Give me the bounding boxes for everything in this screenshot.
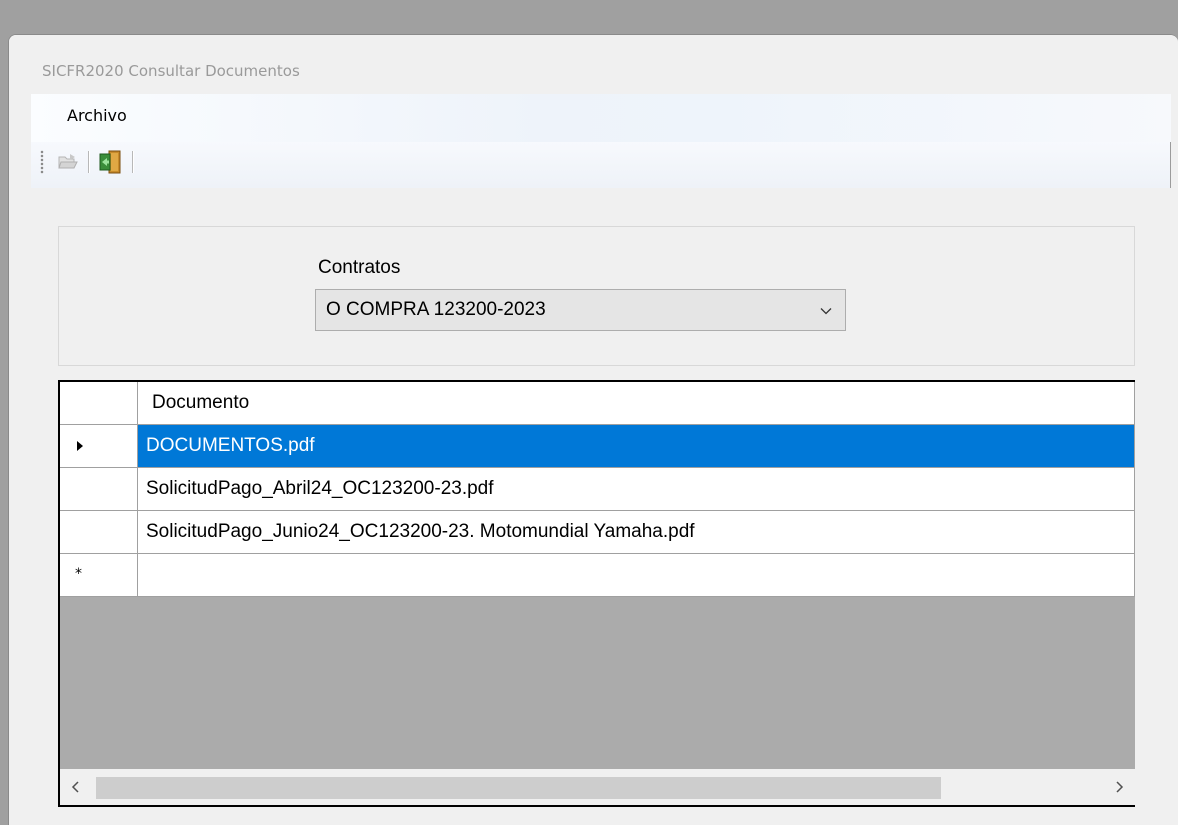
row-header[interactable] — [60, 511, 138, 554]
row-header[interactable] — [60, 425, 138, 468]
contratos-selected-value: O COMPRA 123200-2023 — [326, 299, 546, 320]
column-header-documento[interactable]: Documento — [138, 382, 1135, 425]
chevron-down-icon — [820, 308, 832, 315]
toolbar-grip[interactable] — [40, 150, 44, 174]
chevron-right-icon — [1116, 781, 1124, 793]
grid-corner-cell[interactable] — [60, 382, 138, 425]
exit-button[interactable] — [97, 149, 123, 175]
toolbar-separator — [132, 151, 134, 173]
open-folder-icon — [58, 154, 78, 169]
document-cell[interactable]: SolicitudPago_Abril24_OC123200-23.pdf — [138, 468, 1135, 511]
open-button[interactable] — [55, 149, 81, 175]
new-table-row[interactable]: * — [60, 554, 1135, 597]
window-title: SICFR2020 Consultar Documentos — [42, 62, 300, 80]
row-header[interactable] — [60, 468, 138, 511]
scroll-left-button[interactable] — [60, 770, 92, 804]
horizontal-scrollbar[interactable] — [60, 769, 1135, 805]
chevron-left-icon — [71, 781, 79, 793]
new-row-marker-icon: * — [75, 566, 82, 582]
client-area: Archivo Contratos O COMPRA 123200-2023 D… — [31, 94, 1171, 824]
documents-grid: Documento DOCUMENTOS.pdf SolicitudPago_A… — [58, 380, 1135, 807]
toolbar — [31, 142, 1171, 188]
grid-header-row: Documento — [60, 382, 1135, 425]
main-window: SICFR2020 Consultar Documentos Archivo C… — [8, 34, 1178, 825]
current-row-arrow-icon — [77, 441, 83, 451]
contratos-dropdown[interactable]: O COMPRA 123200-2023 — [315, 289, 846, 331]
title-bar[interactable]: SICFR2020 Consultar Documentos — [9, 35, 1178, 93]
contratos-label: Contratos — [318, 257, 401, 278]
document-cell[interactable]: DOCUMENTOS.pdf — [138, 425, 1135, 468]
filter-group: Contratos O COMPRA 123200-2023 — [58, 226, 1135, 366]
menu-archivo[interactable]: Archivo — [65, 106, 129, 125]
exit-door-icon — [99, 150, 121, 174]
toolbar-separator — [88, 151, 90, 173]
document-cell[interactable] — [138, 554, 1135, 597]
scroll-thumb[interactable] — [96, 777, 941, 799]
table-row[interactable]: SolicitudPago_Junio24_OC123200-23. Motom… — [60, 511, 1135, 554]
document-cell[interactable]: SolicitudPago_Junio24_OC123200-23. Motom… — [138, 511, 1135, 554]
scroll-right-button[interactable] — [1103, 770, 1135, 804]
table-row[interactable]: DOCUMENTOS.pdf — [60, 425, 1135, 468]
row-header[interactable]: * — [60, 554, 138, 597]
table-row[interactable]: SolicitudPago_Abril24_OC123200-23.pdf — [60, 468, 1135, 511]
menu-bar: Archivo — [31, 94, 1171, 142]
